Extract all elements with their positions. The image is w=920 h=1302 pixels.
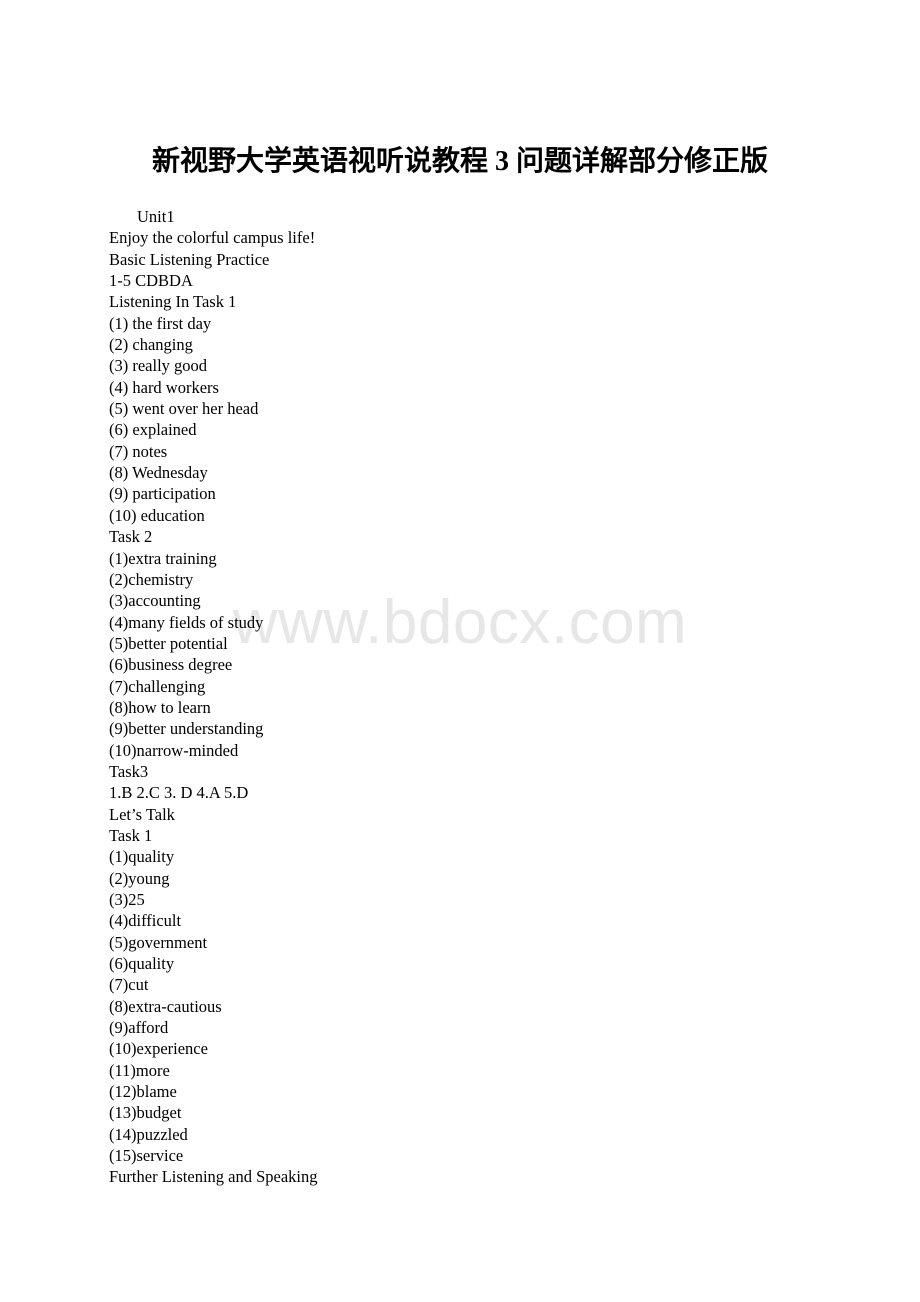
document-line: (1)extra training bbox=[109, 548, 217, 568]
document-line: 1.B 2.C 3. D 4.A 5.D bbox=[109, 783, 249, 803]
document-line: (13)budget bbox=[109, 1103, 182, 1123]
document-line: (4) hard workers bbox=[109, 377, 219, 397]
document-line: (1)quality bbox=[109, 847, 175, 867]
document-body: Unit1 Enjoy the colorful campus life! Basi… bbox=[109, 206, 869, 1188]
document-line: (3)accounting bbox=[109, 591, 201, 611]
document-line: (15)service bbox=[109, 1146, 184, 1166]
document-line: Task 1 bbox=[109, 825, 153, 845]
document-line: (3) really good bbox=[109, 356, 208, 376]
document-line: (8)how to learn bbox=[109, 697, 211, 717]
document-line: (10)narrow-minded bbox=[109, 740, 239, 760]
document-line: (6) explained bbox=[109, 420, 197, 440]
document-line: (5) went over her head bbox=[109, 399, 259, 419]
document-line: (6)quality bbox=[109, 954, 175, 974]
document-line: (9)afford bbox=[109, 1018, 169, 1038]
document-line: (2)young bbox=[109, 868, 170, 888]
document-line: (10)experience bbox=[109, 1039, 208, 1059]
document-line: (14)puzzled bbox=[109, 1124, 188, 1144]
document-line: Further Listening and Speaking bbox=[109, 1167, 318, 1187]
document-line: (11)more bbox=[109, 1060, 170, 1080]
document-line: (2) changing bbox=[109, 335, 193, 355]
document-line: Let’s Talk bbox=[109, 804, 175, 824]
document-line: (4)many fields of study bbox=[109, 612, 264, 632]
document-page: www.bdocx.com 新视野大学英语视听说教程 3 问题详解部分修正版 U… bbox=[0, 0, 920, 1302]
document-line: Task 2 bbox=[109, 527, 153, 547]
document-line: Unit1 bbox=[137, 207, 175, 226]
document-line: (2)chemistry bbox=[109, 569, 194, 589]
document-line: (1) the first day bbox=[109, 313, 212, 333]
document-line: (3)25 bbox=[109, 890, 145, 909]
document-line: (12)blame bbox=[109, 1082, 177, 1102]
document-line: (9)better understanding bbox=[109, 719, 264, 739]
document-line: (7)cut bbox=[109, 975, 149, 995]
document-line: (6)business degree bbox=[109, 655, 233, 675]
document-line: (9) participation bbox=[109, 484, 216, 504]
document-line: (7) notes bbox=[109, 441, 168, 461]
document-title: 新视野大学英语视听说教程 3 问题详解部分修正版 bbox=[151, 146, 768, 177]
document-line: (7)challenging bbox=[109, 676, 206, 696]
document-line: Task3 bbox=[109, 761, 149, 781]
document-line: Basic Listening Practice bbox=[109, 249, 270, 269]
document-line: Listening In Task 1 bbox=[109, 292, 237, 312]
document-line: (8)extra-cautious bbox=[109, 996, 222, 1016]
document-line: (4)difficult bbox=[109, 911, 182, 931]
document-line: 1-5 CDBDA bbox=[109, 271, 193, 291]
document-line: (5)government bbox=[109, 932, 208, 952]
document-line: (10) education bbox=[109, 505, 205, 525]
document-line: Enjoy the colorful campus life! bbox=[109, 228, 316, 248]
document-line: (8) Wednesday bbox=[109, 463, 208, 483]
document-line: (5)better potential bbox=[109, 633, 228, 653]
